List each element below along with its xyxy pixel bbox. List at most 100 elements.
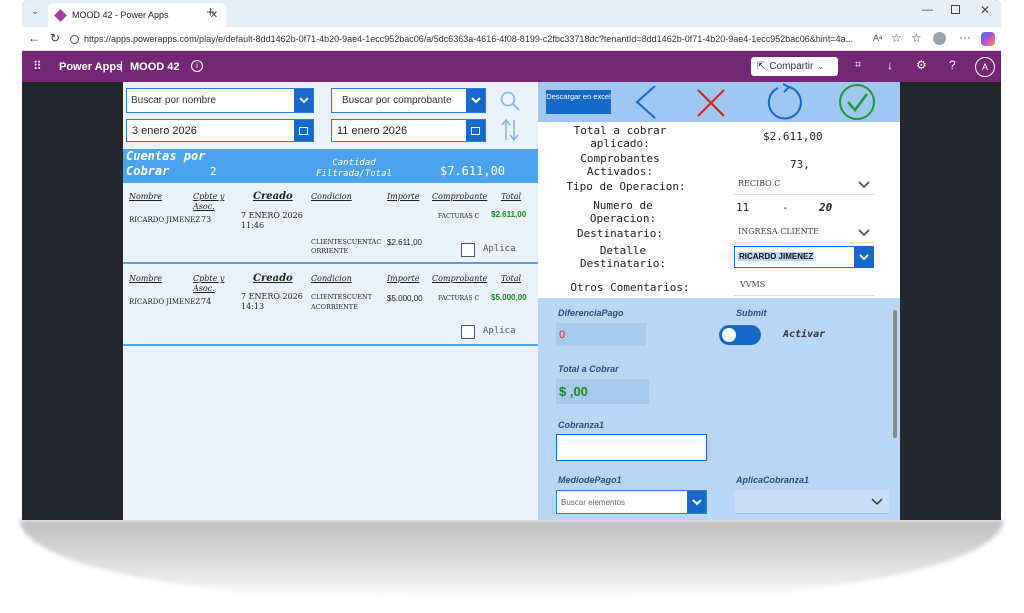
row-total: $5.000,00: [491, 293, 527, 302]
detail-panel: Descargar en excel Total a cobrar aplica…: [538, 82, 900, 520]
activar-toggle[interactable]: [719, 325, 761, 345]
copilot-icon[interactable]: [981, 32, 995, 46]
medio-placeholder: Buscar elementos: [561, 497, 626, 507]
numero-label: Numero de Operacion:: [589, 199, 657, 225]
row-cpbte: 74: [201, 297, 212, 306]
col-importe: Importe: [387, 274, 420, 283]
help-icon[interactable]: ?: [949, 58, 956, 72]
col-condicion: Condicion: [311, 274, 352, 283]
new-tab-icon[interactable]: +: [206, 4, 215, 21]
search-name-dropdown[interactable]: Buscar por nombre: [126, 88, 314, 113]
col-comprobante: Comprobante: [432, 192, 488, 201]
detalle-dropdown[interactable]: RICARDO JIMENEZ: [734, 246, 874, 268]
restore-icon[interactable]: [951, 5, 960, 14]
back-icon[interactable]: ←: [28, 31, 40, 45]
favorites-list-icon[interactable]: ☆: [911, 31, 922, 45]
back-arrow-icon[interactable]: [633, 84, 659, 125]
browser-tab[interactable]: MOOD 42 - Power Apps ✕: [48, 3, 226, 27]
info-icon[interactable]: i: [191, 60, 203, 72]
site-info-icon[interactable]: [70, 34, 79, 44]
diferencia-field: 0: [556, 323, 646, 346]
row-creado: 7 ENERO 2026 11:46: [241, 211, 303, 230]
diferencia-value: 0: [559, 329, 566, 341]
otros-value: VVMS: [740, 280, 766, 289]
chevron-down-icon[interactable]: [854, 247, 873, 267]
aplica-cobranza-label: AplicaCobranza1: [736, 475, 810, 485]
aplica-checkbox[interactable]: [461, 243, 475, 257]
chevron-down-icon[interactable]: [294, 89, 313, 112]
numero-b[interactable]: 20: [819, 201, 832, 214]
col-comprobante: Comprobante: [432, 274, 488, 283]
numero-a[interactable]: 11: [736, 201, 749, 214]
date-to-value: 11 enero 2026: [337, 124, 408, 137]
chevron-down-icon[interactable]: [858, 181, 870, 189]
reload-icon[interactable]: [765, 83, 805, 126]
summary-band: Cuentas por Cobrar 2 Cantidad Filtrada/T…: [123, 149, 538, 183]
col-condicion: Condicion: [311, 192, 352, 201]
download-icon[interactable]: ↓: [887, 58, 893, 72]
aplica-checkbox[interactable]: [461, 325, 475, 339]
app-name: MOOD 42: [130, 61, 180, 73]
sort-icon[interactable]: [501, 118, 519, 147]
share-label: Compartir: [769, 61, 814, 72]
cobranza-input[interactable]: [556, 434, 707, 461]
chevron-down-icon[interactable]: [871, 498, 883, 506]
read-aloud-icon[interactable]: Aᵃ: [873, 33, 882, 43]
date-from-value: 3 enero 2026: [132, 124, 197, 137]
destinatario-label: Destinatario:: [576, 227, 664, 240]
tipo-label: Tipo de Operacion:: [566, 180, 686, 193]
date-from-picker[interactable]: 3 enero 2026: [126, 119, 314, 142]
comprobantes-value: 73,: [790, 158, 810, 171]
settings-icon[interactable]: ⚙: [916, 58, 927, 72]
medio-label: MediodePago1: [558, 475, 622, 485]
calendar-icon[interactable]: [466, 120, 485, 141]
scrollbar[interactable]: [893, 302, 898, 518]
app-launcher-icon[interactable]: ⠿: [33, 59, 42, 73]
table-row[interactable]: Nombre Cpbte y Asoc. Creado Condicion Im…: [123, 183, 538, 264]
tab-bar: ⌄ MOOD 42 - Power Apps ✕ + — ✕: [22, 0, 1001, 27]
power-apps-bar: ⠿ Power Apps | MOOD 42 i ⇱ Compartir ⌄ ⌗…: [22, 51, 1001, 82]
url-field[interactable]: https://apps.powerapps.com/play/e/defaul…: [70, 31, 870, 47]
confirm-icon[interactable]: [838, 83, 878, 126]
tipo-dropdown[interactable]: RECIBO C: [734, 173, 874, 195]
refresh-icon[interactable]: ↻: [50, 31, 60, 45]
address-bar: ← ↻ https://apps.powerapps.com/play/e/de…: [22, 27, 1001, 51]
activar-label: Activar: [783, 329, 826, 340]
diferencia-label: DiferenciaPago: [558, 308, 624, 318]
cancel-icon[interactable]: [696, 88, 726, 123]
action-toolbar: Descargar en excel: [538, 82, 900, 122]
calendar-icon[interactable]: [294, 120, 313, 141]
excel-button[interactable]: Descargar en excel: [546, 90, 611, 114]
otros-input[interactable]: VVMS: [734, 274, 874, 296]
search-comprobante-dropdown[interactable]: Buscar por comprobante: [331, 88, 486, 113]
more-icon[interactable]: ···: [959, 30, 971, 44]
share-button[interactable]: ⇱ Compartir ⌄: [751, 57, 838, 76]
search-icon[interactable]: [499, 90, 521, 117]
medio-dropdown[interactable]: Buscar elementos: [556, 490, 707, 514]
favorite-icon[interactable]: ☆: [891, 31, 902, 45]
aplica-label: Aplica: [483, 244, 516, 254]
total-cobrar-value: $ ,00: [559, 384, 588, 399]
tab-actions-icon[interactable]: ⌄: [28, 6, 42, 20]
minimize-icon[interactable]: —: [922, 4, 933, 16]
destinatario-value: INGRESA CLIENTE: [738, 227, 819, 236]
chevron-down-icon[interactable]: [466, 89, 485, 112]
chevron-down-icon[interactable]: [858, 229, 870, 237]
col-nombre: Nombre: [129, 192, 163, 201]
tipo-value: RECIBO C: [738, 179, 781, 188]
summary-count: 2: [210, 165, 217, 178]
tab-title: MOOD 42 - Power Apps: [72, 10, 169, 20]
share-icon: ⇱: [757, 61, 766, 72]
fit-screen-icon[interactable]: ⌗: [855, 59, 861, 72]
profile-icon[interactable]: [933, 32, 946, 45]
avatar[interactable]: A: [975, 57, 995, 77]
aplica-cobranza-dropdown[interactable]: [734, 490, 889, 514]
table-row[interactable]: Nombre Cpbte y Asoc. Creado Condicion Im…: [123, 265, 538, 346]
col-importe: Importe: [387, 192, 420, 201]
date-to-picker[interactable]: 11 enero 2026: [331, 119, 486, 142]
chevron-down-icon[interactable]: [687, 491, 706, 513]
close-window-icon[interactable]: ✕: [980, 3, 990, 17]
accounts-panel: Buscar por nombre Buscar por comprobante…: [123, 82, 538, 520]
destinatario-dropdown[interactable]: INGRESA CLIENTE: [734, 221, 874, 243]
brand-separator: |: [120, 60, 123, 72]
